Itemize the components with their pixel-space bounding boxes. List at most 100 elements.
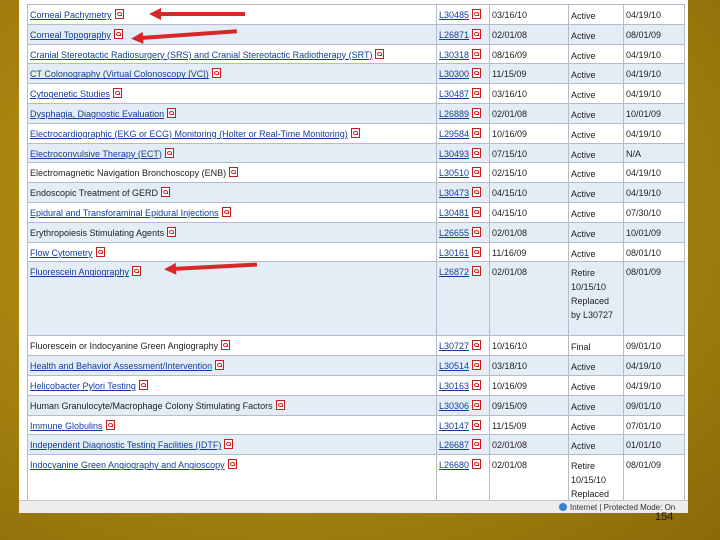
lcd-id-link[interactable]: L26871 xyxy=(439,30,469,40)
lcd-title-link[interactable]: Cytogenetic Studies xyxy=(30,89,110,99)
lcd-date-cell: 08/16/09 xyxy=(489,43,569,65)
lcd-id-link[interactable]: L30306 xyxy=(439,401,469,411)
pdf-icon[interactable] xyxy=(164,147,174,158)
lcd-title-link[interactable]: Electroconvulsive Therapy (ECT) xyxy=(30,149,162,159)
pdf-icon[interactable] xyxy=(161,187,171,198)
lcd-title-link[interactable]: CT Colonography (Virtual Colonoscopy [VC… xyxy=(30,69,209,79)
pdf-icon[interactable] xyxy=(229,167,239,178)
pdf-icon[interactable] xyxy=(215,360,225,371)
pdf-icon[interactable] xyxy=(472,147,482,158)
lcd-title-link[interactable]: Fluorescein Angiography xyxy=(30,267,129,277)
pdf-icon[interactable] xyxy=(472,167,482,178)
lcd-id-link[interactable]: L30485 xyxy=(439,10,469,20)
lcd-title-link[interactable]: Helicobacter Pylori Testing xyxy=(30,381,136,391)
pdf-icon[interactable] xyxy=(472,459,482,470)
lcd-id-cell: L30473 xyxy=(436,182,490,203)
pdf-icon[interactable] xyxy=(472,266,482,277)
pdf-icon[interactable] xyxy=(472,439,482,450)
lcd-id-link[interactable]: L30300 xyxy=(439,69,469,79)
table-row: Cytogenetic Studies L30487 03/16/10 Active 0… xyxy=(27,83,685,104)
lcd-id-link[interactable]: L30473 xyxy=(439,188,469,198)
lcd-id-link[interactable]: L26655 xyxy=(439,228,469,238)
lcd-date-cell: 02/15/10 xyxy=(489,162,569,184)
pdf-icon[interactable] xyxy=(132,266,142,277)
lcd-id-link[interactable]: L30161 xyxy=(439,248,469,258)
lcd-id-link[interactable]: L30481 xyxy=(439,208,469,218)
pdf-icon[interactable] xyxy=(472,88,482,99)
pdf-icon[interactable] xyxy=(472,9,482,19)
lcd-date-cell: 10/16/09 xyxy=(489,122,569,144)
lcd-id-link[interactable]: L26680 xyxy=(439,460,469,470)
lcd-date-cell: 04/15/10 xyxy=(489,201,569,223)
lcd-id-link[interactable]: L30514 xyxy=(439,361,469,371)
lcd-id-link[interactable]: L26872 xyxy=(439,267,469,277)
pdf-icon[interactable] xyxy=(472,340,482,351)
lcd-id-cell: L30147 xyxy=(436,414,490,436)
pdf-icon[interactable] xyxy=(105,419,115,430)
pdf-icon[interactable] xyxy=(472,28,482,39)
pdf-icon[interactable] xyxy=(138,379,148,390)
pdf-icon[interactable] xyxy=(113,28,123,39)
table-row: Cranial Stereotactic Radiosurgery (SRS) … xyxy=(27,43,685,65)
pdf-icon[interactable] xyxy=(472,399,482,410)
lcd-title-link[interactable]: Electrocardiographic (EKG or ECG) Monito… xyxy=(30,129,348,139)
lcd-title-link[interactable]: Epidural and Transforaminal Epidural Inj… xyxy=(30,208,219,218)
pdf-icon[interactable] xyxy=(224,439,234,450)
pdf-icon[interactable] xyxy=(472,360,482,371)
pdf-icon[interactable] xyxy=(472,127,482,138)
pdf-icon[interactable] xyxy=(375,48,385,59)
pdf-icon[interactable] xyxy=(221,206,231,217)
lcd-status-cell: Active xyxy=(568,4,624,25)
lcd-id-link[interactable]: L30727 xyxy=(439,341,469,351)
lcd-id-cell: L30318 xyxy=(436,43,490,65)
pdf-icon[interactable] xyxy=(221,340,231,351)
lcd-id-link[interactable]: L26687 xyxy=(439,440,469,450)
lcd-effective-cell: 10/01/09 xyxy=(623,102,685,124)
lcd-effective-cell: 08/01/09 xyxy=(623,454,685,500)
pdf-icon[interactable] xyxy=(275,399,285,410)
lcd-title-link[interactable]: Flow Cytometry xyxy=(30,248,93,258)
lcd-title-cell: Epidural and Transforaminal Epidural Inj… xyxy=(27,201,437,223)
lcd-title-link[interactable]: Dysphagia, Diagnostic Evaluation xyxy=(30,109,164,119)
pdf-icon[interactable] xyxy=(472,246,482,257)
pdf-icon[interactable] xyxy=(114,9,124,19)
lcd-id-link[interactable]: L30493 xyxy=(439,149,469,159)
lcd-effective-cell: 04/19/10 xyxy=(623,374,685,396)
pdf-icon[interactable] xyxy=(167,226,177,237)
lcd-title-link[interactable]: Health and Behavior Assessment/Intervent… xyxy=(30,361,212,371)
lcd-date-cell: 07/15/10 xyxy=(489,142,569,164)
lcd-id-cell: L26687 xyxy=(436,434,490,456)
lcd-title-cell: Dysphagia, Diagnostic Evaluation xyxy=(27,102,437,124)
pdf-icon[interactable] xyxy=(472,379,482,390)
lcd-id-link[interactable]: L30147 xyxy=(439,421,469,431)
lcd-title-link[interactable]: Independent Diagnostic Testing Facilitie… xyxy=(30,440,221,450)
table-row: Electromagnetic Navigation Bronchoscopy … xyxy=(27,162,685,184)
lcd-id-link[interactable]: L30487 xyxy=(439,89,469,99)
lcd-id-link[interactable]: L29584 xyxy=(439,129,469,139)
lcd-status-cell: Active xyxy=(568,63,624,85)
pdf-icon[interactable] xyxy=(472,68,482,79)
pdf-icon[interactable] xyxy=(167,107,177,118)
lcd-id-cell: L30300 xyxy=(436,63,490,85)
lcd-title-link[interactable]: Cranial Stereotactic Radiosurgery (SRS) … xyxy=(30,50,372,60)
lcd-id-link[interactable]: L30510 xyxy=(439,168,469,178)
lcd-title-link[interactable]: Corneal Topography xyxy=(30,30,111,40)
pdf-icon[interactable] xyxy=(472,419,482,430)
lcd-title-link[interactable]: Corneal Pachymetry xyxy=(30,10,112,20)
pdf-icon[interactable] xyxy=(472,107,482,118)
pdf-icon[interactable] xyxy=(472,48,482,59)
lcd-id-link[interactable]: L30318 xyxy=(439,50,469,60)
lcd-title-link[interactable]: Immune Globulins xyxy=(30,421,103,431)
lcd-id-link[interactable]: L26889 xyxy=(439,109,469,119)
pdf-icon[interactable] xyxy=(211,68,221,79)
lcd-title-link[interactable]: Indocyanine Green Angiography and Angios… xyxy=(30,460,225,470)
lcd-id-link[interactable]: L30163 xyxy=(439,381,469,391)
pdf-icon[interactable] xyxy=(113,88,123,99)
pdf-icon[interactable] xyxy=(472,206,482,217)
pdf-icon[interactable] xyxy=(472,187,482,198)
pdf-icon[interactable] xyxy=(227,459,237,470)
pdf-icon[interactable] xyxy=(350,127,360,138)
pdf-icon[interactable] xyxy=(472,226,482,237)
table-row: CT Colonography (Virtual Colonoscopy [VC… xyxy=(27,63,685,85)
pdf-icon[interactable] xyxy=(95,246,105,257)
